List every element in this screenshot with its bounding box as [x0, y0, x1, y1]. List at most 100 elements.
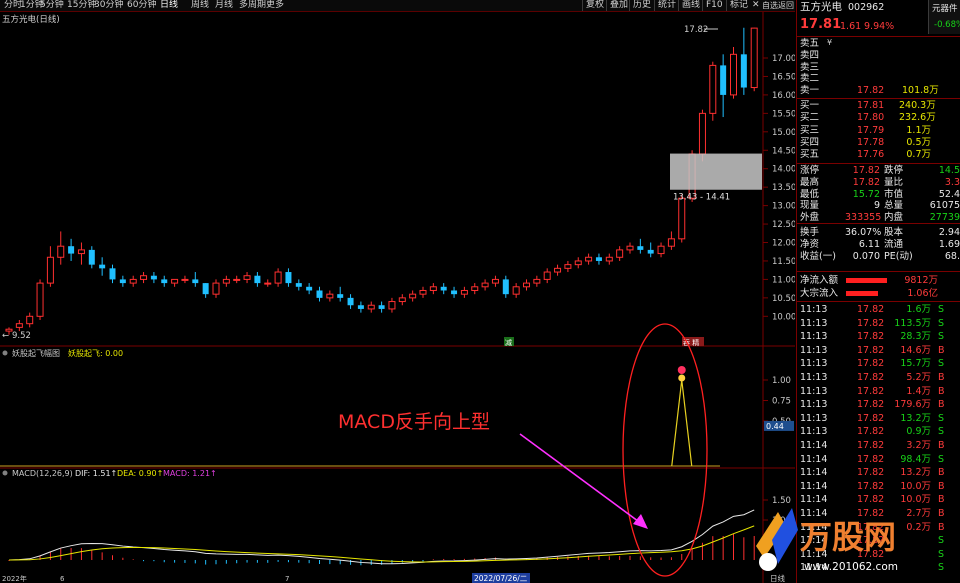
candle-body: [595, 257, 602, 261]
stat-value-3: 9: [873, 200, 880, 212]
candle-body: [398, 297, 406, 303]
flow-label-0: 净流入额: [800, 275, 839, 286]
tick-price-1: 17.82: [857, 317, 885, 329]
indicator-settings-icon[interactable]: [2, 350, 8, 356]
macd-label: MACD(12,26,9): [12, 469, 73, 478]
candle-body: [647, 249, 654, 254]
candle-body: [181, 278, 189, 281]
tick-side-9: S: [938, 426, 945, 438]
toolbar-extra-0[interactable]: 自选: [762, 0, 778, 11]
price-zone-box: [670, 153, 762, 190]
tick-volume-8: 13.2万: [900, 412, 931, 424]
price-change-pct: 9.94%: [864, 21, 895, 32]
tick-time-0: 11:13: [800, 304, 828, 315]
candle-body: [161, 279, 168, 284]
candle-body: [605, 256, 613, 262]
ask-label-2: 卖三: [800, 61, 820, 73]
bid-price-1: 17.80: [857, 112, 885, 124]
tick-time-13: 11:14: [800, 480, 828, 492]
tick-price-0: 17.82: [857, 304, 885, 315]
stat-key2-0: 跌停: [884, 165, 904, 176]
toolbar-action-3[interactable]: 统计: [654, 0, 676, 11]
tick-side-6: B: [938, 385, 945, 397]
period-tab-2[interactable]: 5分钟: [40, 0, 64, 11]
candle-body: [254, 275, 261, 284]
tick-side-8: S: [938, 412, 945, 424]
price-axis-label: 12.00: [772, 239, 795, 249]
toolbar-action-0[interactable]: 复权: [582, 0, 604, 11]
toolbar-extra-1[interactable]: 返回: [778, 0, 794, 11]
price-axis-label: 16.00: [772, 91, 795, 101]
toolbar-action-5[interactable]: F10: [702, 0, 723, 11]
bid-label-0: 买一: [800, 100, 820, 111]
price-axis-label: 11.50: [772, 257, 795, 267]
candle-body: [77, 249, 85, 255]
tick-volume-1: 113.5万: [894, 317, 931, 329]
flow-bar-0: [846, 278, 887, 283]
price-axis-label: 15.50: [772, 109, 795, 119]
stat-key2-2: 市值: [884, 188, 904, 200]
price-axis-label: 10.50: [772, 294, 795, 304]
tick-side-2: S: [938, 331, 945, 343]
stat-key-7: 收益(一): [800, 250, 836, 262]
tick-volume-11: 98.4万: [900, 453, 931, 465]
bid-price-0: 17.81: [857, 100, 885, 111]
bid-price-2: 17.79: [857, 124, 885, 136]
candle-body: [429, 286, 437, 291]
toolbar-action-4[interactable]: 画线: [678, 0, 700, 11]
candle-body: [750, 27, 758, 89]
tick-volume-0: 1.6万: [906, 304, 931, 315]
toolbar-action-6[interactable]: 标记: [726, 0, 748, 11]
toolbar-action-1[interactable]: 叠加: [606, 0, 628, 11]
period-tab-10[interactable]: 更多: [266, 0, 284, 11]
tick-price-4: 17.82: [857, 358, 885, 370]
candle-body: [574, 260, 582, 266]
price-axis-label: 11.00: [772, 275, 795, 285]
quote-panel: 五方光电002962元器件-0.68%17.811.619.94%卖五卖四卖三卖…: [796, 0, 960, 583]
candle-body: [326, 293, 334, 299]
price-axis-label: 16.50: [772, 72, 795, 82]
candle-body: [109, 268, 116, 280]
macd-dif-label: DIF: 1.51↑: [75, 469, 117, 478]
candle-body: [616, 249, 624, 258]
period-tab-6[interactable]: 日线: [160, 0, 178, 11]
tick-side-0: S: [938, 304, 945, 315]
kline-chart[interactable]: 1.000.750.500.44妖股起飞幅图妖股起飞: 0.00 1.501.0…: [0, 12, 795, 583]
tick-side-12: B: [938, 467, 945, 479]
candle-body: [543, 271, 551, 280]
stat-value2-2: 52.4: [938, 188, 960, 200]
last-price: 17.81: [800, 17, 842, 32]
close-icon[interactable]: ✕: [752, 0, 760, 11]
stat-value-4: 333355: [845, 212, 882, 224]
toolbar-action-2[interactable]: 历史: [629, 0, 651, 11]
candle-body: [409, 293, 417, 299]
macd-settings-icon[interactable]: [2, 470, 8, 476]
tick-volume-5: 5.2万: [906, 372, 931, 383]
divider: [797, 98, 960, 99]
divider: [797, 163, 960, 164]
candle-body: [46, 256, 54, 284]
candle-body: [554, 267, 562, 273]
high-price-label: 17.82: [684, 25, 708, 35]
indicator-value-label: 妖股起飞: 0.00: [68, 348, 123, 358]
period-tab-9[interactable]: 多周期: [239, 0, 266, 11]
candle-body: [274, 271, 282, 284]
period-tab-7[interactable]: 周线: [191, 0, 209, 11]
stock-name: 五方光电: [800, 1, 842, 13]
period-tab-8[interactable]: 月线: [215, 0, 233, 11]
ask-volume-4: 101.8万: [902, 85, 939, 97]
period-tab-5[interactable]: 60分钟: [127, 0, 156, 11]
stat-value2-7: 68.: [944, 250, 960, 262]
candle-body: [119, 279, 126, 284]
tick-volume-10: 3.2万: [906, 440, 931, 451]
tick-time-8: 11:13: [800, 412, 828, 424]
candle-body: [667, 238, 675, 247]
stat-key2-6: 流通: [884, 238, 904, 250]
tick-time-3: 11:13: [800, 344, 828, 356]
candle-body: [222, 278, 230, 284]
candle-body: [306, 286, 313, 291]
period-tab-4[interactable]: 30分钟: [94, 0, 123, 11]
tick-volume-2: 28.3万: [900, 331, 931, 343]
period-tab-3[interactable]: 15分钟: [67, 0, 96, 11]
candle-body: [129, 278, 137, 284]
